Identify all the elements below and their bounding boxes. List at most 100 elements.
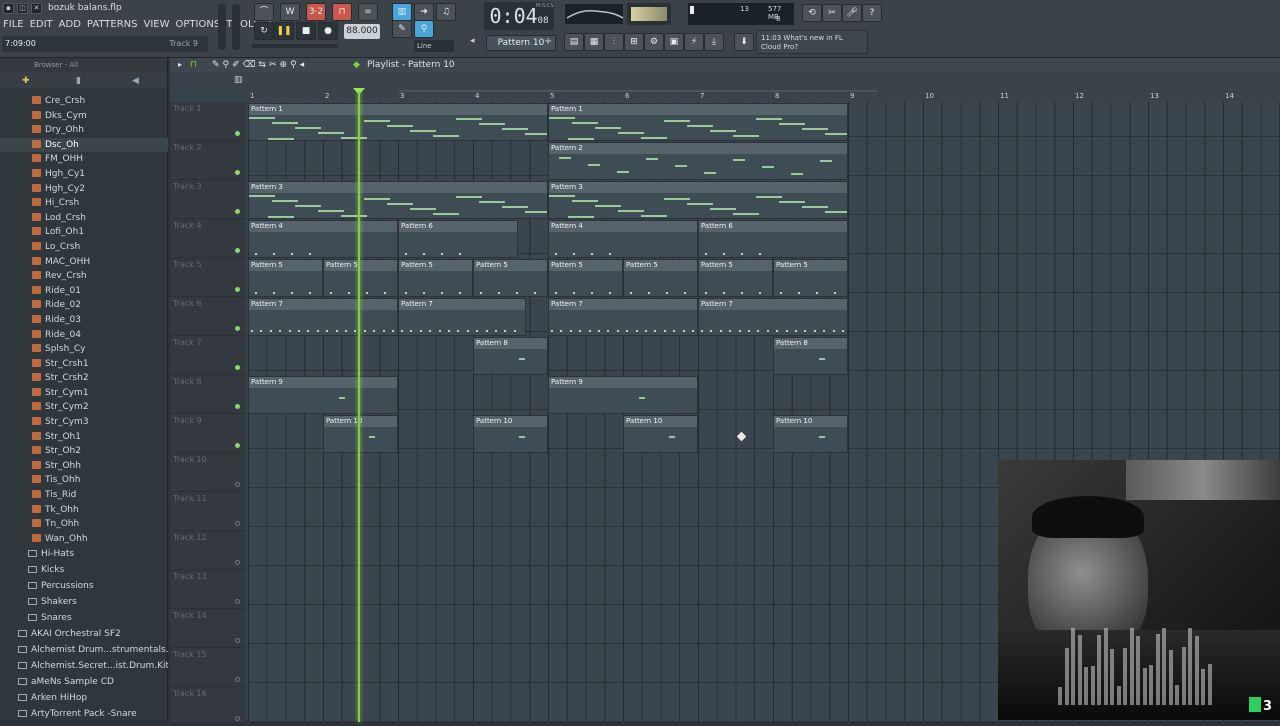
playlist-snap-icon[interactable]: ⊓ — [190, 58, 197, 72]
window-restore-icon[interactable]: ◫ — [17, 3, 28, 14]
browser-file-icon[interactable]: ▮ — [76, 76, 81, 86]
pattern-clip[interactable]: Pattern 2 — [548, 142, 848, 180]
browser-root-folder[interactable]: AKAI Orchestral SF2 — [0, 626, 168, 642]
playlist-options-icon[interactable]: ▸ — [178, 58, 182, 72]
browser-file-item[interactable]: Str_Oh2 — [0, 444, 168, 459]
track-mute-led[interactable] — [235, 287, 240, 292]
menu-item[interactable]: ADD — [56, 17, 84, 33]
news-panel[interactable]: 11:03 What's new in FL Cloud Pro? — [756, 30, 868, 54]
browser-folder-item[interactable]: Percussions — [0, 578, 168, 594]
track-mute-led[interactable] — [235, 521, 240, 526]
track-header[interactable]: Track 15 — [170, 648, 246, 687]
master-pitch-slider[interactable] — [232, 4, 240, 50]
help-icon[interactable]: ? — [862, 4, 882, 22]
browser-file-item[interactable]: Tis_Ohh — [0, 473, 168, 488]
browser-file-item[interactable]: Tis_Rid — [0, 488, 168, 503]
track-header[interactable]: Track 13 — [170, 570, 246, 609]
draw-tool-button[interactable]: ✎ — [392, 20, 412, 38]
metronome-button[interactable]: ⌒ — [254, 3, 274, 21]
snap-select[interactable]: Line — [414, 40, 454, 52]
browser-tag-icon[interactable]: ✚ — [22, 76, 30, 86]
pattern-clip[interactable]: Pattern 10 — [323, 415, 398, 453]
track-mute-led[interactable] — [235, 443, 240, 448]
pattern-clip[interactable]: Pattern 5 — [698, 259, 773, 297]
pattern-clip[interactable]: Pattern 6 — [698, 220, 848, 258]
browser-file-item[interactable]: Str_Crsh1 — [0, 357, 168, 372]
stop-button[interactable]: ■ — [296, 22, 316, 40]
loop-record-button[interactable]: ∞ — [358, 3, 378, 21]
piano-roll-icon[interactable]: ▦ — [584, 33, 604, 51]
pattern-clip[interactable]: Pattern 4 — [248, 220, 398, 258]
track-mute-led[interactable] — [235, 170, 240, 175]
pattern-clip[interactable]: Pattern 5 — [323, 259, 398, 297]
menu-item[interactable]: OPTIONS — [173, 17, 224, 33]
browser-icon[interactable]: ▣ — [664, 33, 684, 51]
browser-file-item[interactable]: Str_Cym1 — [0, 386, 168, 401]
browser-file-item[interactable]: Str_Oh1 — [0, 430, 168, 445]
pattern-clip[interactable]: Pattern 5 — [548, 259, 623, 297]
pattern-clip[interactable]: Pattern 7 — [548, 298, 698, 336]
browser-file-item[interactable]: Lofi_Oh1 — [0, 225, 168, 240]
browser-file-item[interactable]: Cre_Crsh — [0, 94, 168, 109]
menu-item[interactable]: FILE — [0, 17, 27, 33]
pattern-clip[interactable]: Pattern 5 — [773, 259, 848, 297]
browser-file-item[interactable]: Str_Ohh — [0, 459, 168, 474]
browser-root-folder[interactable]: aMeNs Sample CD — [0, 674, 168, 690]
browser-file-item[interactable]: Dks_Cym — [0, 109, 168, 124]
plugin-picker-icon[interactable]: ⚡ — [684, 33, 704, 51]
browser-file-item[interactable]: Hgh_Cy2 — [0, 182, 168, 197]
browser-file-item[interactable]: Str_Cym3 — [0, 415, 168, 430]
pattern-clip[interactable]: Pattern 10 — [773, 415, 848, 453]
track-header[interactable]: Track 16 — [170, 687, 246, 726]
pattern-clip[interactable]: Pattern 7 — [698, 298, 848, 336]
track-header[interactable]: Track 8 — [170, 375, 246, 414]
timeline-ruler[interactable]: 1 2 3 4 5 6 7 8 9 10 11 12 13 14 — [248, 92, 1280, 102]
plugin-icon[interactable]: ⚙ — [644, 33, 664, 51]
browser-file-item[interactable]: Dsc_Oh — [0, 137, 168, 153]
track-mute-led[interactable] — [235, 365, 240, 370]
pattern-clip[interactable]: Pattern 8 — [473, 337, 548, 375]
browser-folder-item[interactable]: Hi-Hats — [0, 546, 168, 562]
pattern-clip[interactable]: Pattern 3 — [548, 181, 848, 219]
track-header[interactable]: Track 5 — [170, 258, 246, 297]
mixer-icon[interactable]: ⊞ — [624, 33, 644, 51]
browser-file-item[interactable]: Dry_Ohh — [0, 123, 168, 138]
menu-item[interactable]: PATTERNS — [84, 17, 141, 33]
playlist-window-icon[interactable]: ▤ — [564, 33, 584, 51]
pattern-clip[interactable]: Pattern 8 — [773, 337, 848, 375]
pattern-clip[interactable]: Pattern 5 — [473, 259, 548, 297]
browser-root-folder[interactable]: Arken HiHop — [0, 690, 168, 706]
browser-file-item[interactable]: Wan_Ohh — [0, 532, 168, 547]
track-mute-led[interactable] — [235, 599, 240, 604]
pattern-mode-button[interactable]: ▥ — [392, 3, 412, 21]
loop-button[interactable]: ↻ — [254, 22, 274, 40]
track-mute-led[interactable] — [235, 404, 240, 409]
track-header[interactable]: Track 11 — [170, 492, 246, 531]
browser-file-item[interactable]: Hi_Crsh — [0, 196, 168, 211]
master-volume-knob[interactable] — [218, 4, 226, 50]
pattern-clip[interactable]: Pattern 7 — [398, 298, 526, 336]
browser-folder-item[interactable]: Snares — [0, 610, 168, 626]
pattern-clip[interactable]: Pattern 5 — [623, 259, 698, 297]
browser-file-item[interactable]: Ride_01 — [0, 284, 168, 299]
pattern-clip[interactable]: Pattern 9 — [248, 376, 398, 414]
browser-root-folder[interactable]: ArtyTorrent Pack -Snare — [0, 706, 168, 722]
browser-file-item[interactable]: Str_Crsh2 — [0, 371, 168, 386]
browser-root-folder[interactable]: Alchemist Drum...strumentals.com) — [0, 642, 168, 658]
wait-input-button[interactable]: W — [280, 3, 300, 21]
step-edit-button[interactable]: ➜ — [414, 3, 434, 21]
browser-file-item[interactable]: Splsh_Cy — [0, 342, 168, 357]
browser-file-item[interactable]: Ride_03 — [0, 313, 168, 328]
track-header[interactable]: Track 10 — [170, 453, 246, 492]
browser-file-item[interactable]: Tk_Ohh — [0, 503, 168, 518]
pattern-clip[interactable]: Pattern 9 — [548, 376, 698, 414]
snap-magnet-button[interactable]: ⚲ — [414, 20, 434, 38]
browser-file-item[interactable]: Ride_04 — [0, 328, 168, 343]
track-mute-led[interactable] — [235, 638, 240, 643]
track-header[interactable]: Track 12 — [170, 531, 246, 570]
browser-folder-item[interactable]: Shakers — [0, 594, 168, 610]
track-mute-led[interactable] — [235, 716, 240, 721]
browser-file-item[interactable]: Rev_Crsh — [0, 269, 168, 284]
track-header[interactable]: Track 3 — [170, 180, 246, 219]
menu-item[interactable]: EDIT — [27, 17, 56, 33]
